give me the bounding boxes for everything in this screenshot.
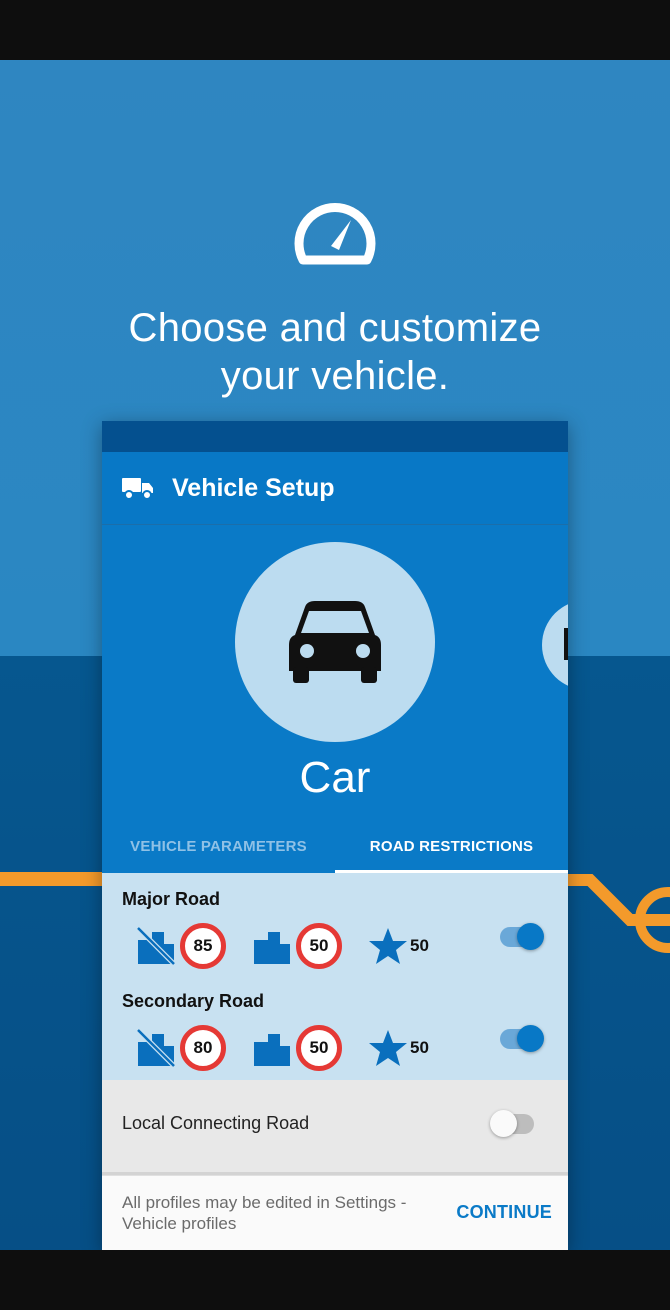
continue-button[interactable]: CONTINUE: [456, 1202, 552, 1223]
road-toggle-major[interactable]: [500, 923, 544, 950]
vehicle-carousel[interactable]: Car VEHICLE PARAMETERS ROAD RESTRICTIONS: [102, 525, 568, 873]
app-title: Vehicle Setup: [172, 473, 335, 502]
tab-road-restrictions[interactable]: ROAD RESTRICTIONS: [335, 825, 568, 873]
headline-line-1: Choose and customize: [128, 306, 542, 350]
favorite-speed-value[interactable]: 50: [410, 936, 429, 956]
speed-limit-sign[interactable]: 80: [180, 1025, 226, 1071]
speed-limit-sign[interactable]: 85: [180, 923, 226, 969]
speedometer-icon: [294, 203, 376, 265]
favorite-speed-value[interactable]: 50: [410, 1038, 429, 1058]
setup-tabs: VEHICLE PARAMETERS ROAD RESTRICTIONS: [102, 825, 568, 873]
road-toggle-secondary[interactable]: [500, 1025, 544, 1052]
toggle-knob: [490, 1110, 517, 1137]
footer-note: All profiles may be edited in Settings -…: [122, 1193, 407, 1233]
navigation-bar: [0, 1250, 670, 1310]
road-item-secondary: Secondary Road 80 50 50: [122, 991, 548, 1093]
speed-limits: 85 50 50: [136, 923, 429, 969]
toggle-knob: [517, 1025, 544, 1052]
speed-limit-sign[interactable]: 50: [296, 1025, 342, 1071]
star-icon: [369, 1030, 407, 1066]
road-label: Secondary Road: [122, 991, 265, 1011]
road-label: Local Connecting Road: [122, 1113, 310, 1133]
outside-town-icon: [136, 926, 176, 966]
headline-line-2: your vehicle.: [220, 354, 450, 398]
speed-limits: 80 50 50: [136, 1025, 429, 1071]
vehicle-option-car[interactable]: [235, 542, 435, 742]
route-line-left: [0, 872, 110, 886]
app-preview-phone: Vehicle Setup Car VEHICLE PARAMETERS ROA…: [102, 421, 568, 1250]
speed-limit-sign[interactable]: 50: [296, 923, 342, 969]
setup-footer: All profiles may be edited in Settings -…: [102, 1175, 568, 1250]
route-line-right: [560, 874, 670, 953]
star-icon: [369, 928, 407, 964]
car-icon: [289, 601, 381, 683]
road-item-local: Local Connecting Road: [102, 1080, 568, 1175]
toggle-knob: [517, 923, 544, 950]
tab-vehicle-parameters[interactable]: VEHICLE PARAMETERS: [102, 825, 335, 873]
in-town-icon: [254, 1034, 290, 1066]
road-label: Major Road: [122, 889, 221, 909]
onboarding-headline: Choose and customize your vehicle.: [0, 304, 670, 400]
road-restrictions-panel: Major Road 85 50 50 Secondary Road 80 50…: [102, 873, 568, 1080]
in-town-icon: [254, 932, 290, 964]
app-status-bar: [102, 421, 568, 452]
outside-town-icon: [136, 1028, 176, 1068]
selected-vehicle-name: Car: [299, 753, 371, 802]
system-status-bar: [0, 0, 670, 60]
app-bar: Vehicle Setup: [102, 452, 568, 525]
road-item-major: Major Road 85 50 50: [122, 889, 548, 991]
vehicle-option-next[interactable]: [542, 600, 568, 690]
truck-icon: [122, 478, 153, 500]
road-toggle-local[interactable]: [490, 1110, 534, 1137]
